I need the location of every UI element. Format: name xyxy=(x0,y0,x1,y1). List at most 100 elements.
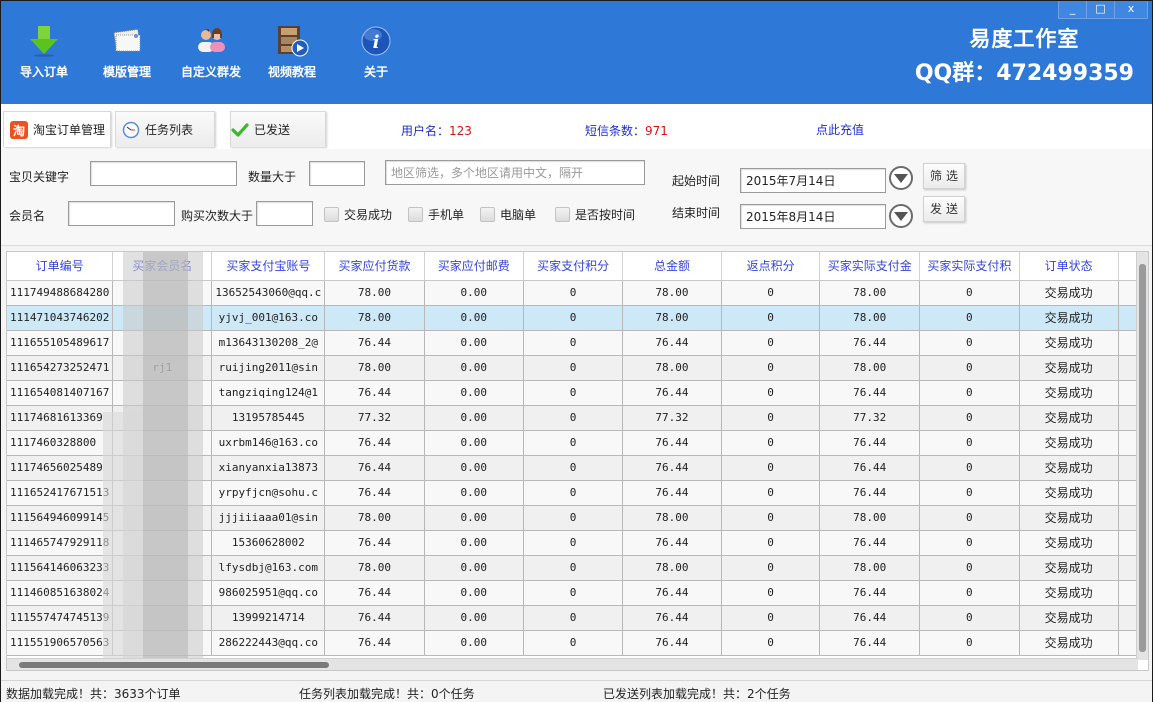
about-button[interactable]: i 关于 xyxy=(336,25,416,80)
tab-sent[interactable]: 已发送 xyxy=(230,111,326,147)
horizontal-scrollbar[interactable] xyxy=(7,658,1138,670)
table-row[interactable]: 111551906570563 286222443@qq.co 76.44 0.00 0… xyxy=(7,630,1148,656)
table-cell: 13652543060@qq.c xyxy=(211,280,326,306)
column-header[interactable]: 买家会员名 xyxy=(112,252,213,281)
column-header[interactable]: 订单编号 xyxy=(7,252,114,281)
table-row[interactable]: 111652417671513 yrpyfjcn@sohu.c 76.44 0.00 0… xyxy=(7,480,1148,506)
table-cell: 78.00 xyxy=(622,280,722,306)
end-date-input[interactable] xyxy=(740,204,886,229)
table-cell: 0 xyxy=(523,355,624,381)
keyword-input[interactable] xyxy=(90,161,237,186)
table-row[interactable]: 111654273252471 rj1 ruijing2011@sin 78.00 0.… xyxy=(7,355,1148,381)
column-header[interactable]: 买家实际支付积 xyxy=(919,252,1020,281)
table-row[interactable]: 1117460328800 uxrbm146@163.co 76.44 0.00 0 76… xyxy=(7,430,1148,456)
table-cell xyxy=(112,630,213,656)
table-row[interactable]: 111564146063233 lfysdbj@163.com 78.00 0.00 0… xyxy=(7,555,1148,581)
template-manage-button[interactable]: 模版管理 xyxy=(87,25,167,80)
quantity-input[interactable] xyxy=(309,161,365,186)
custom-broadcast-button[interactable]: 自定义群发 xyxy=(171,25,251,80)
table-cell: 13999214714 xyxy=(211,605,326,631)
table-row[interactable]: 111460851638024 986025951@qq.co 76.44 0.00 0… xyxy=(7,580,1148,606)
table-cell: 0.00 xyxy=(424,580,524,606)
member-input[interactable] xyxy=(68,201,175,226)
tab-task-list[interactable]: 任务列表 xyxy=(115,111,215,147)
column-header[interactable]: 买家支付积分 xyxy=(523,252,624,281)
table-cell: 交易成功 xyxy=(1019,455,1119,481)
table-cell: 交易成功 xyxy=(1019,505,1119,531)
column-header[interactable]: 买家应付邮费 xyxy=(424,252,524,281)
checkbox-mobile-order[interactable]: 手机单 xyxy=(408,206,464,223)
checkbox-trade-success[interactable]: 交易成功 xyxy=(324,206,392,223)
checkbox-box[interactable] xyxy=(555,207,570,222)
video-tutorial-button[interactable]: 视频教程 xyxy=(252,25,332,80)
table-cell: 111564946099145 xyxy=(7,505,114,531)
table-cell: tangziqing124@1 xyxy=(211,380,326,406)
column-header[interactable]: 总金额 xyxy=(622,252,722,281)
start-date-dropdown-icon[interactable] xyxy=(889,166,913,190)
table-cell: 76.44 xyxy=(819,380,921,406)
table-cell: 交易成功 xyxy=(1019,355,1119,381)
table-cell: jjjiiiaaa01@sin xyxy=(211,505,326,531)
end-date-dropdown-icon[interactable] xyxy=(889,204,913,228)
table-row[interactable]: 111471043746202 yjvj_001@163.co 78.00 0.00 0… xyxy=(7,305,1148,331)
table-cell: 76.44 xyxy=(622,605,722,631)
table-cell: 0 xyxy=(721,455,821,481)
maximize-button[interactable]: □ xyxy=(1086,1,1115,19)
table-row[interactable]: 11174656025489 xianyanxia13873 76.44 0.00 0 7… xyxy=(7,455,1148,481)
orders-grid: 订单编号 买家会员名 买家支付宝账号 买家应付货款 买家应付邮费 买家支付积分 总金额 返点积… xyxy=(6,251,1149,671)
table-cell: 78.00 xyxy=(324,355,425,381)
checkbox-box[interactable] xyxy=(324,207,339,222)
table-cell: 78.00 xyxy=(622,555,722,581)
table-row[interactable]: 11174681613369 13195785445 77.32 0.00 0 77.32… xyxy=(7,405,1148,431)
checkbox-pc-order[interactable]: 电脑单 xyxy=(480,206,536,223)
table-row[interactable]: 111654081407167 tangziqing124@1 76.44 0.00 0… xyxy=(7,380,1148,406)
table-cell: 0.00 xyxy=(424,455,524,481)
table-row[interactable]: 111557474745139 13999214714 76.44 0.00 0 76.4… xyxy=(7,605,1148,631)
table-cell: 986025951@qq.co xyxy=(211,580,326,606)
recharge-link[interactable]: 点此充值 xyxy=(816,121,864,138)
column-header[interactable]: 返点积分 xyxy=(721,252,821,281)
table-cell: 0 xyxy=(721,580,821,606)
buy-times-input[interactable] xyxy=(256,201,313,226)
minimize-button[interactable]: _ xyxy=(1058,1,1087,19)
table-cell: 0 xyxy=(523,455,624,481)
vertical-scrollbar-thumb[interactable] xyxy=(1139,264,1146,652)
table-cell: 111471043746202 xyxy=(7,305,114,331)
taobao-icon: 淘 xyxy=(10,120,28,139)
region-filter-input[interactable] xyxy=(385,160,645,185)
table-cell: 77.32 xyxy=(324,405,425,431)
table-cell: 0 xyxy=(523,280,624,306)
start-date-input[interactable] xyxy=(740,168,886,193)
horizontal-scrollbar-thumb[interactable] xyxy=(19,662,329,668)
table-cell: 111465747929118 xyxy=(7,530,114,556)
checkbox-box[interactable] xyxy=(480,207,495,222)
table-cell xyxy=(112,280,213,306)
table-cell: 111551906570563 xyxy=(7,630,114,656)
table-cell: 0 xyxy=(919,455,1020,481)
filter-button[interactable]: 筛选 xyxy=(923,163,965,189)
table-cell: 0.00 xyxy=(424,405,524,431)
column-header[interactable]: 买家实际支付金 xyxy=(819,252,921,281)
table-cell xyxy=(112,555,213,581)
checkbox-by-time[interactable]: 是否按时间 xyxy=(555,206,635,223)
table-row[interactable]: 111655105489617 m13643130208_2@ 76.44 0.00 0… xyxy=(7,330,1148,356)
table-cell: 76.44 xyxy=(324,330,425,356)
table-cell: 0 xyxy=(523,330,624,356)
column-header[interactable]: 买家应付货款 xyxy=(324,252,425,281)
table-cell: 交易成功 xyxy=(1019,305,1119,331)
send-button[interactable]: 发送 xyxy=(923,196,965,222)
vertical-scrollbar[interactable] xyxy=(1136,252,1148,660)
table-cell: 0 xyxy=(721,480,821,506)
table-row[interactable]: 111749488684280 13652543060@qq.c 78.00 0.00… xyxy=(7,280,1148,306)
checkbox-box[interactable] xyxy=(408,207,423,222)
column-header[interactable]: 订单状态 xyxy=(1019,252,1119,281)
import-orders-button[interactable]: 导入订单 xyxy=(4,25,84,80)
tab-taobao-orders[interactable]: 淘 淘宝订单管理 xyxy=(3,111,111,147)
filter-panel: 宝贝关键字 数量大于 会员名 购买次数大于 交易成功 手机单 电脑单 是否按时间… xyxy=(1,149,1152,246)
checkbox-label: 手机单 xyxy=(428,208,465,222)
column-header[interactable]: 买家支付宝账号 xyxy=(211,252,326,281)
table-row[interactable]: 111465747929118 15360628002 76.44 0.00 0 76.4… xyxy=(7,530,1148,556)
close-button[interactable]: x xyxy=(1114,1,1148,19)
table-cell: 76.44 xyxy=(819,580,921,606)
table-row[interactable]: 111564946099145 jjjiiiaaa01@sin 78.00 0.00 0… xyxy=(7,505,1148,531)
